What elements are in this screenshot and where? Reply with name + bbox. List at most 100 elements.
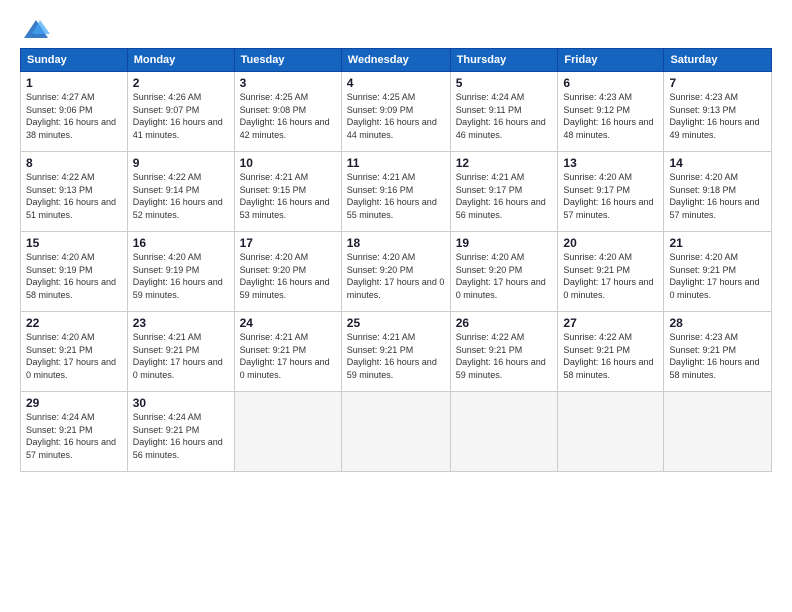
- day-info: Sunrise: 4:27 AMSunset: 9:06 PMDaylight:…: [26, 92, 116, 140]
- calendar-cell: 18 Sunrise: 4:20 AMSunset: 9:20 PMDaylig…: [341, 232, 450, 312]
- calendar-cell: 8 Sunrise: 4:22 AMSunset: 9:13 PMDayligh…: [21, 152, 128, 232]
- calendar-cell: 25 Sunrise: 4:21 AMSunset: 9:21 PMDaylig…: [341, 312, 450, 392]
- day-info: Sunrise: 4:22 AMSunset: 9:21 PMDaylight:…: [563, 332, 653, 380]
- calendar-cell: 26 Sunrise: 4:22 AMSunset: 9:21 PMDaylig…: [450, 312, 558, 392]
- calendar-week-3: 15 Sunrise: 4:20 AMSunset: 9:19 PMDaylig…: [21, 232, 772, 312]
- day-info: Sunrise: 4:23 AMSunset: 9:13 PMDaylight:…: [669, 92, 759, 140]
- calendar-cell: 1 Sunrise: 4:27 AMSunset: 9:06 PMDayligh…: [21, 72, 128, 152]
- day-number: 15: [26, 236, 122, 250]
- day-info: Sunrise: 4:22 AMSunset: 9:21 PMDaylight:…: [456, 332, 546, 380]
- day-info: Sunrise: 4:20 AMSunset: 9:18 PMDaylight:…: [669, 172, 759, 220]
- day-number: 6: [563, 76, 658, 90]
- day-number: 23: [133, 316, 229, 330]
- day-info: Sunrise: 4:22 AMSunset: 9:13 PMDaylight:…: [26, 172, 116, 220]
- day-number: 3: [240, 76, 336, 90]
- day-number: 14: [669, 156, 766, 170]
- weekday-header-row: SundayMondayTuesdayWednesdayThursdayFrid…: [21, 49, 772, 72]
- weekday-header-thursday: Thursday: [450, 49, 558, 72]
- day-number: 20: [563, 236, 658, 250]
- day-info: Sunrise: 4:20 AMSunset: 9:19 PMDaylight:…: [26, 252, 116, 300]
- day-number: 8: [26, 156, 122, 170]
- day-number: 19: [456, 236, 553, 250]
- calendar-cell: 13 Sunrise: 4:20 AMSunset: 9:17 PMDaylig…: [558, 152, 664, 232]
- day-number: 22: [26, 316, 122, 330]
- calendar-cell: 3 Sunrise: 4:25 AMSunset: 9:08 PMDayligh…: [234, 72, 341, 152]
- day-number: 12: [456, 156, 553, 170]
- calendar-cell: 5 Sunrise: 4:24 AMSunset: 9:11 PMDayligh…: [450, 72, 558, 152]
- day-info: Sunrise: 4:20 AMSunset: 9:20 PMDaylight:…: [240, 252, 330, 300]
- day-number: 28: [669, 316, 766, 330]
- calendar-week-1: 1 Sunrise: 4:27 AMSunset: 9:06 PMDayligh…: [21, 72, 772, 152]
- calendar-cell: 16 Sunrise: 4:20 AMSunset: 9:19 PMDaylig…: [127, 232, 234, 312]
- day-number: 2: [133, 76, 229, 90]
- day-number: 24: [240, 316, 336, 330]
- calendar-cell: 17 Sunrise: 4:20 AMSunset: 9:20 PMDaylig…: [234, 232, 341, 312]
- day-info: Sunrise: 4:23 AMSunset: 9:12 PMDaylight:…: [563, 92, 653, 140]
- day-info: Sunrise: 4:21 AMSunset: 9:21 PMDaylight:…: [347, 332, 437, 380]
- calendar-cell: 6 Sunrise: 4:23 AMSunset: 9:12 PMDayligh…: [558, 72, 664, 152]
- calendar-cell: [558, 392, 664, 472]
- weekday-header-friday: Friday: [558, 49, 664, 72]
- day-number: 17: [240, 236, 336, 250]
- day-info: Sunrise: 4:21 AMSunset: 9:17 PMDaylight:…: [456, 172, 546, 220]
- day-number: 26: [456, 316, 553, 330]
- day-number: 21: [669, 236, 766, 250]
- calendar-week-4: 22 Sunrise: 4:20 AMSunset: 9:21 PMDaylig…: [21, 312, 772, 392]
- calendar-cell: 29 Sunrise: 4:24 AMSunset: 9:21 PMDaylig…: [21, 392, 128, 472]
- calendar-week-2: 8 Sunrise: 4:22 AMSunset: 9:13 PMDayligh…: [21, 152, 772, 232]
- calendar-week-5: 29 Sunrise: 4:24 AMSunset: 9:21 PMDaylig…: [21, 392, 772, 472]
- day-number: 9: [133, 156, 229, 170]
- day-info: Sunrise: 4:20 AMSunset: 9:21 PMDaylight:…: [563, 252, 653, 300]
- calendar-table: SundayMondayTuesdayWednesdayThursdayFrid…: [20, 48, 772, 472]
- day-info: Sunrise: 4:20 AMSunset: 9:21 PMDaylight:…: [26, 332, 116, 380]
- day-number: 16: [133, 236, 229, 250]
- day-info: Sunrise: 4:24 AMSunset: 9:21 PMDaylight:…: [133, 412, 223, 460]
- day-info: Sunrise: 4:22 AMSunset: 9:14 PMDaylight:…: [133, 172, 223, 220]
- calendar-cell: 24 Sunrise: 4:21 AMSunset: 9:21 PMDaylig…: [234, 312, 341, 392]
- day-number: 5: [456, 76, 553, 90]
- calendar-cell: 11 Sunrise: 4:21 AMSunset: 9:16 PMDaylig…: [341, 152, 450, 232]
- calendar-cell: 27 Sunrise: 4:22 AMSunset: 9:21 PMDaylig…: [558, 312, 664, 392]
- day-info: Sunrise: 4:23 AMSunset: 9:21 PMDaylight:…: [669, 332, 759, 380]
- calendar-cell: 2 Sunrise: 4:26 AMSunset: 9:07 PMDayligh…: [127, 72, 234, 152]
- logo: [20, 16, 50, 40]
- day-info: Sunrise: 4:20 AMSunset: 9:17 PMDaylight:…: [563, 172, 653, 220]
- calendar-cell: 14 Sunrise: 4:20 AMSunset: 9:18 PMDaylig…: [664, 152, 772, 232]
- logo-icon: [22, 16, 50, 44]
- calendar-cell: 23 Sunrise: 4:21 AMSunset: 9:21 PMDaylig…: [127, 312, 234, 392]
- day-info: Sunrise: 4:21 AMSunset: 9:21 PMDaylight:…: [240, 332, 330, 380]
- day-info: Sunrise: 4:24 AMSunset: 9:11 PMDaylight:…: [456, 92, 546, 140]
- weekday-header-sunday: Sunday: [21, 49, 128, 72]
- weekday-header-monday: Monday: [127, 49, 234, 72]
- day-info: Sunrise: 4:20 AMSunset: 9:19 PMDaylight:…: [133, 252, 223, 300]
- calendar-cell: 21 Sunrise: 4:20 AMSunset: 9:21 PMDaylig…: [664, 232, 772, 312]
- day-number: 29: [26, 396, 122, 410]
- day-info: Sunrise: 4:21 AMSunset: 9:21 PMDaylight:…: [133, 332, 223, 380]
- calendar-cell: [341, 392, 450, 472]
- day-number: 25: [347, 316, 445, 330]
- header: [20, 16, 772, 40]
- calendar-cell: 30 Sunrise: 4:24 AMSunset: 9:21 PMDaylig…: [127, 392, 234, 472]
- day-info: Sunrise: 4:20 AMSunset: 9:20 PMDaylight:…: [347, 252, 445, 300]
- day-info: Sunrise: 4:20 AMSunset: 9:21 PMDaylight:…: [669, 252, 759, 300]
- calendar-cell: 20 Sunrise: 4:20 AMSunset: 9:21 PMDaylig…: [558, 232, 664, 312]
- day-number: 11: [347, 156, 445, 170]
- day-info: Sunrise: 4:26 AMSunset: 9:07 PMDaylight:…: [133, 92, 223, 140]
- day-info: Sunrise: 4:20 AMSunset: 9:20 PMDaylight:…: [456, 252, 546, 300]
- calendar-cell: [664, 392, 772, 472]
- calendar-cell: 9 Sunrise: 4:22 AMSunset: 9:14 PMDayligh…: [127, 152, 234, 232]
- calendar-cell: [234, 392, 341, 472]
- calendar-cell: 12 Sunrise: 4:21 AMSunset: 9:17 PMDaylig…: [450, 152, 558, 232]
- day-number: 10: [240, 156, 336, 170]
- day-number: 18: [347, 236, 445, 250]
- calendar-cell: [450, 392, 558, 472]
- calendar-cell: 19 Sunrise: 4:20 AMSunset: 9:20 PMDaylig…: [450, 232, 558, 312]
- day-info: Sunrise: 4:25 AMSunset: 9:09 PMDaylight:…: [347, 92, 437, 140]
- calendar-cell: 22 Sunrise: 4:20 AMSunset: 9:21 PMDaylig…: [21, 312, 128, 392]
- day-info: Sunrise: 4:21 AMSunset: 9:16 PMDaylight:…: [347, 172, 437, 220]
- day-number: 1: [26, 76, 122, 90]
- calendar-cell: 4 Sunrise: 4:25 AMSunset: 9:09 PMDayligh…: [341, 72, 450, 152]
- calendar-cell: 15 Sunrise: 4:20 AMSunset: 9:19 PMDaylig…: [21, 232, 128, 312]
- page: SundayMondayTuesdayWednesdayThursdayFrid…: [0, 0, 792, 612]
- day-info: Sunrise: 4:21 AMSunset: 9:15 PMDaylight:…: [240, 172, 330, 220]
